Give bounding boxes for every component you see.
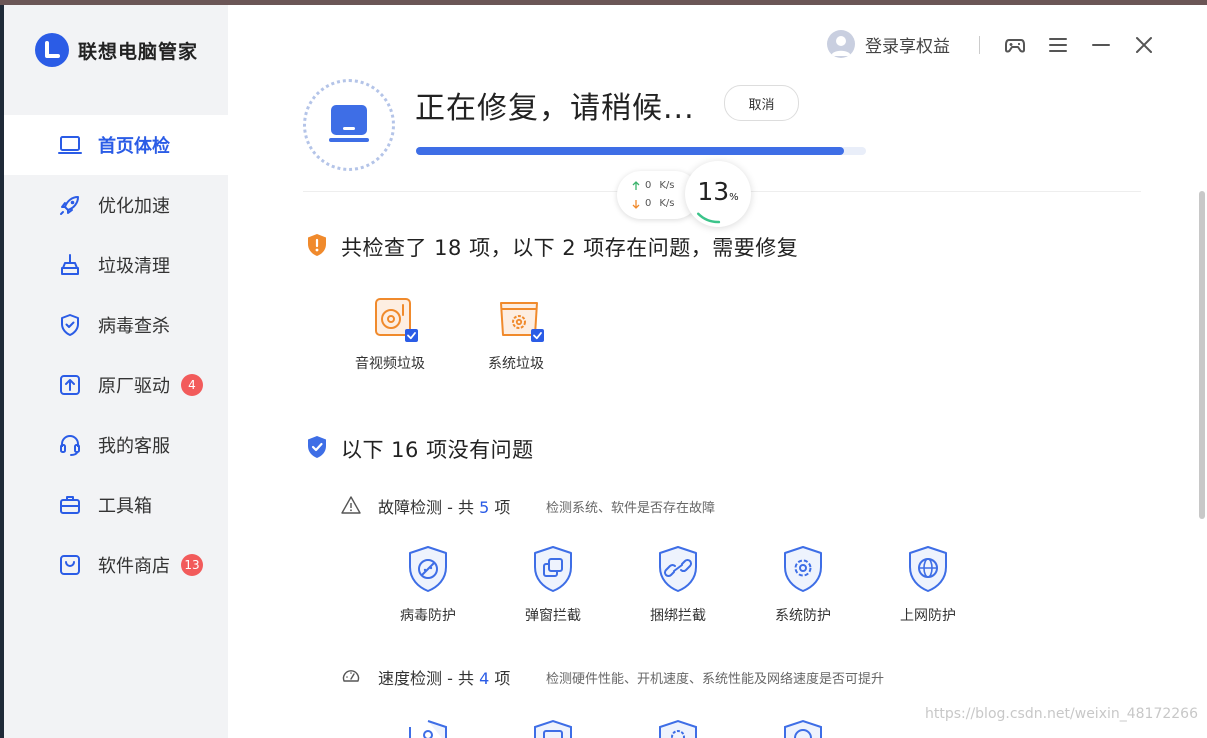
percent-unit: % <box>729 192 739 203</box>
progress-fill <box>416 147 844 155</box>
sidebar-item-software-store[interactable]: 软件商店 13 <box>4 535 228 595</box>
status-title: 正在修复，请稍候... <box>415 91 695 126</box>
check-item-label: 上网防护 <box>900 608 956 624</box>
repair-progress-bar <box>416 147 866 155</box>
download-speed: 0 K/s <box>631 198 683 209</box>
sidebar-item-customer-service[interactable]: 我的客服 <box>4 415 228 475</box>
sidebar-item-toolbox[interactable]: 工具箱 <box>4 475 228 535</box>
warning-shield-icon <box>308 234 326 256</box>
sidebar-item-optimize[interactable]: 优化加速 <box>4 175 228 235</box>
arrow-up-icon <box>632 180 640 190</box>
issue-item-label: 音视频垃圾 <box>355 356 425 372</box>
sidebar-nav: 首页体检 优化加速 垃圾清理 病毒查杀 原厂驱动 4 我的客服 工具箱 软件商店… <box>4 115 228 595</box>
fault-check-desc: 检测系统、软件是否存在故障 <box>546 501 716 516</box>
performance-shield-icon <box>659 719 697 738</box>
sidebar-item-label: 病毒查杀 <box>98 316 170 337</box>
computer-repair-icon <box>329 105 369 142</box>
ok-shield-icon <box>308 436 326 458</box>
laptop-icon <box>58 136 82 154</box>
speed-check-desc: 检测硬件性能、开机速度、系统性能及网络速度是否可提升 <box>546 672 885 687</box>
group-count-prefix: - 共 <box>442 669 480 688</box>
globe-shield-icon <box>909 546 947 592</box>
title-bar: 登录享权益 <box>807 29 1207 59</box>
login-button[interactable]: 登录享权益 <box>827 29 950 59</box>
cancel-button[interactable]: 取消 <box>724 85 799 121</box>
brand: 联想电脑管家 <box>35 33 198 67</box>
issues-title: 共检查了 18 项，以下 2 项存在问题，需要修复 <box>341 236 799 260</box>
store-icon <box>60 555 80 575</box>
group-name: 速度检测 <box>378 669 443 688</box>
ok-title: 以下 16 项没有问题 <box>341 438 534 462</box>
notification-badge: 13 <box>181 554 203 576</box>
speedometer-icon <box>342 670 360 682</box>
arrow-down-icon <box>632 199 640 209</box>
sidebar-item-label: 工具箱 <box>98 496 152 517</box>
virus-shield-icon <box>409 546 447 592</box>
check-item-label: 弹窗拦截 <box>525 608 581 624</box>
group-name: 故障检测 <box>378 498 443 517</box>
system-box-icon <box>500 302 544 342</box>
boot-shield-icon <box>534 719 572 738</box>
lenovo-logo-icon <box>35 33 69 67</box>
warning-triangle-icon <box>341 496 361 514</box>
watermark: https://blog.csdn.net/weixin_48172266 <box>924 706 1198 722</box>
rocket-icon <box>60 196 79 215</box>
group-count-prefix: - 共 <box>442 498 480 517</box>
upload-speed-unit: K/s <box>659 180 675 191</box>
speed-check-title: 速度检测 - 共 4 项 <box>378 665 510 689</box>
scrollbar-thumb[interactable] <box>1199 191 1205 519</box>
download-speed-value: 0 <box>645 198 652 209</box>
toolbox-icon <box>60 496 80 514</box>
repair-status-circle <box>303 79 395 171</box>
network-shield-icon <box>784 719 822 738</box>
sidebar-item-virus-scan[interactable]: 病毒查杀 <box>4 295 228 355</box>
fault-check-title: 故障检测 - 共 5 项 <box>378 494 510 518</box>
group-count: 5 <box>479 498 490 517</box>
sidebar-item-label: 原厂驱动 <box>98 376 170 397</box>
broom-icon <box>61 254 79 275</box>
hardware-shield-icon <box>409 720 447 738</box>
app-window: 联想电脑管家 首页体检 优化加速 垃圾清理 病毒查杀 原厂驱动 4 我的客服 工… <box>4 5 1207 738</box>
check-item-label: 系统防护 <box>775 608 831 624</box>
issue-item-label: 系统垃圾 <box>488 356 544 372</box>
link-shield-icon <box>659 546 697 592</box>
shield-check-icon <box>61 314 79 336</box>
close-icon[interactable] <box>1133 34 1155 56</box>
group-count-unit: 项 <box>489 669 511 688</box>
upload-icon <box>60 375 80 395</box>
popup-shield-icon <box>534 546 572 592</box>
avatar <box>827 30 855 58</box>
app-name: 联想电脑管家 <box>78 40 199 63</box>
check-item-label: 捆绑拦截 <box>650 608 706 624</box>
sidebar-item-label: 首页体检 <box>98 136 170 157</box>
media-disc-icon <box>375 298 418 342</box>
sidebar: 联想电脑管家 首页体检 优化加速 垃圾清理 病毒查杀 原厂驱动 4 我的客服 工… <box>4 5 228 738</box>
sidebar-item-label: 优化加速 <box>98 196 170 217</box>
notification-badge: 4 <box>181 374 203 396</box>
minimize-icon[interactable] <box>1090 34 1112 56</box>
menu-icon[interactable] <box>1047 34 1069 56</box>
toolbar-divider <box>979 36 980 54</box>
sidebar-item-label: 垃圾清理 <box>98 256 170 277</box>
headset-icon <box>60 435 80 456</box>
percent-indicator: 13% <box>685 161 751 227</box>
download-speed-unit: K/s <box>659 198 675 209</box>
gamepad-icon[interactable] <box>1004 34 1026 56</box>
upload-speed: 0 K/s <box>631 180 683 191</box>
gear-shield-icon <box>784 546 822 592</box>
group-count: 4 <box>479 669 490 688</box>
sidebar-item-home-checkup[interactable]: 首页体检 <box>4 115 228 175</box>
sidebar-item-junk-clean[interactable]: 垃圾清理 <box>4 235 228 295</box>
sidebar-item-label: 我的客服 <box>98 436 170 457</box>
upload-speed-value: 0 <box>645 180 652 191</box>
login-label: 登录享权益 <box>865 36 950 57</box>
sidebar-item-label: 软件商店 <box>98 556 170 577</box>
group-count-unit: 项 <box>489 498 511 517</box>
percent-value: 13 <box>697 177 730 206</box>
main-panel: 登录享权益 正在修复，请稍候... 取消 0 K/s 0 K/s 13% 共检查… <box>228 5 1207 738</box>
sidebar-item-drivers[interactable]: 原厂驱动 4 <box>4 355 228 415</box>
check-item-label: 病毒防护 <box>400 608 456 624</box>
